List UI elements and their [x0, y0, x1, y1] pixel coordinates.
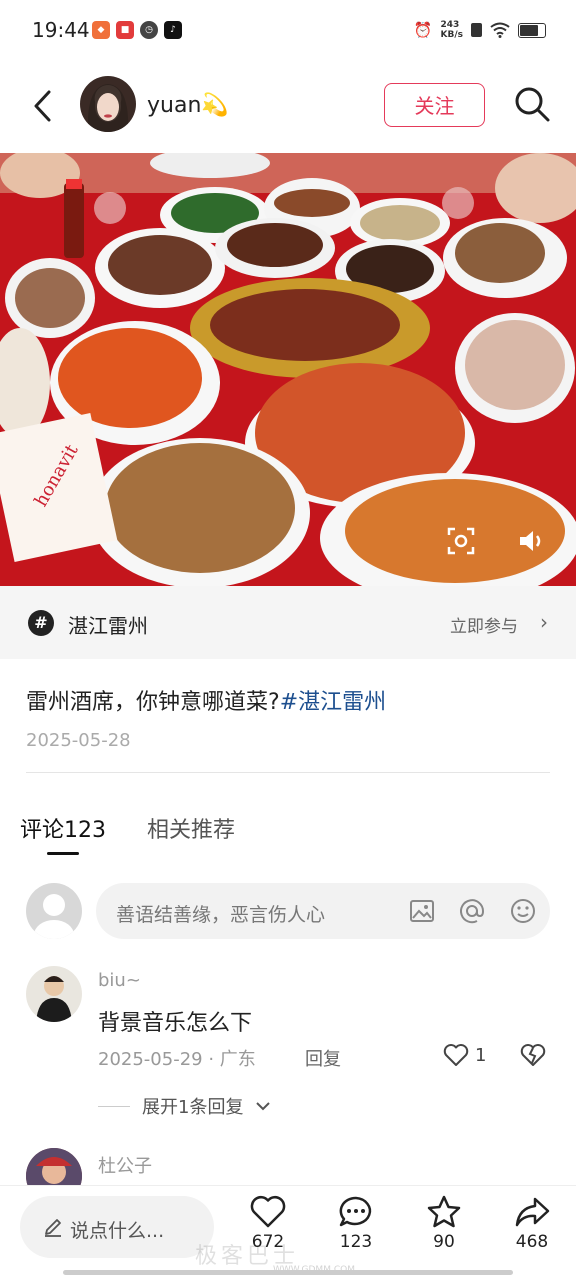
- expand-replies-label: 展开1条回复: [142, 1097, 244, 1118]
- back-arrow-icon[interactable]: [28, 86, 58, 126]
- chevron-right-icon[interactable]: ›: [540, 610, 548, 634]
- image-icon[interactable]: [408, 897, 436, 925]
- sim-icon: [471, 23, 482, 37]
- battery-icon: [518, 22, 546, 38]
- status-time: 19:44: [32, 18, 90, 42]
- banquet-food-image: honavit: [0, 153, 576, 586]
- commenter-avatar[interactable]: [26, 966, 82, 1022]
- alarm-icon: ⏰: [413, 21, 433, 39]
- topic-bar[interactable]: # 湛江雷州 立即参与 ›: [0, 586, 576, 659]
- favorite-button[interactable]: 90: [414, 1194, 474, 1252]
- reply-button[interactable]: 回复: [305, 1045, 341, 1071]
- my-avatar: [26, 883, 82, 939]
- say-something-input[interactable]: 说点什么...: [20, 1196, 214, 1258]
- follow-button[interactable]: 关注: [384, 83, 485, 127]
- comment-input[interactable]: 善语结善缘，恶言伤人心: [96, 883, 550, 939]
- divider-line: [98, 1105, 130, 1107]
- comment-button[interactable]: 123: [326, 1194, 386, 1252]
- wifi-icon: [490, 22, 510, 38]
- tiktok-notification-icon: ♪: [164, 21, 182, 39]
- home-indicator[interactable]: [63, 1270, 513, 1275]
- comment-bubble-icon: [339, 1196, 372, 1227]
- share-count: 468: [515, 1232, 549, 1252]
- join-topic-link[interactable]: 立即参与: [450, 612, 518, 637]
- comment-like-count: 1: [475, 1044, 487, 1066]
- caption-hashtag[interactable]: #湛江雷州: [280, 690, 386, 715]
- emoji-icon[interactable]: [509, 897, 537, 925]
- comment-like-button[interactable]: 1: [443, 1043, 486, 1067]
- pencil-icon: [45, 1219, 61, 1237]
- heart-icon: [443, 1044, 469, 1066]
- tab-comments[interactable]: 评论123: [20, 812, 106, 844]
- topic-name[interactable]: 湛江雷州: [68, 610, 148, 639]
- comment-username[interactable]: 杜公子: [98, 1152, 152, 1178]
- chevron-down-icon: [256, 1102, 271, 1111]
- share-button[interactable]: 468: [502, 1194, 562, 1252]
- comment-placeholder: 善语结善缘，恶言伤人心: [116, 904, 326, 926]
- news-notification-icon: ■: [116, 21, 134, 39]
- sound-icon[interactable]: [515, 525, 547, 557]
- alarm-notification-icon: ◷: [140, 21, 158, 39]
- network-speed: 243 KB/s: [440, 20, 463, 40]
- heart-icon: [250, 1195, 286, 1228]
- expand-replies-button[interactable]: 展开1条回复: [98, 1093, 271, 1119]
- status-bar: 19:44 ◆ ■ ◷ ♪ ⏰ 243 KB/s: [0, 0, 576, 62]
- say-something-placeholder: 说点什么...: [70, 1220, 165, 1242]
- post-photo[interactable]: honavit: [0, 153, 576, 586]
- comment-username[interactable]: biu~: [98, 970, 141, 991]
- divider: [26, 772, 550, 773]
- comment-meta: 2025-05-29 · 广东: [98, 1049, 256, 1070]
- tab-related[interactable]: 相关推荐: [147, 812, 235, 844]
- caption-text: 雷州酒席，你钟意哪道菜?: [26, 690, 280, 715]
- active-tab-indicator: [47, 852, 79, 855]
- post-date: 2025-05-28: [26, 730, 131, 751]
- author-avatar[interactable]: [80, 76, 136, 132]
- comment-text: 背景音乐怎么下: [98, 1011, 253, 1036]
- scan-image-icon[interactable]: [445, 525, 477, 557]
- post-header: yuan💫 关注: [0, 62, 576, 152]
- star-icon: [427, 1195, 461, 1228]
- share-arrow-icon: [515, 1197, 550, 1227]
- mention-icon[interactable]: [458, 897, 486, 925]
- broken-heart-icon[interactable]: [520, 1043, 546, 1067]
- comment-count: 123: [339, 1232, 373, 1252]
- status-icons: ⏰ 243 KB/s: [414, 20, 546, 40]
- app-notification-icon: ◆: [92, 21, 110, 39]
- author-name[interactable]: yuan💫: [147, 93, 229, 118]
- favorite-count: 90: [433, 1232, 455, 1252]
- post-caption: 雷州酒席，你钟意哪道菜?#湛江雷州: [26, 684, 386, 716]
- hashtag-icon: #: [28, 610, 54, 636]
- search-icon[interactable]: [512, 84, 552, 124]
